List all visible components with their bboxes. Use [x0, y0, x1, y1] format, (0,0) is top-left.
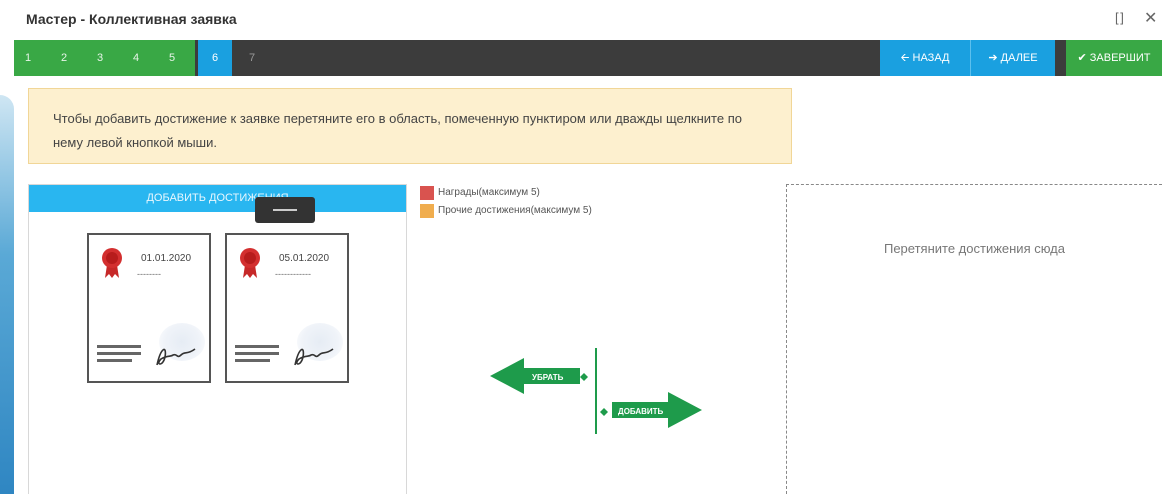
award-seal-icon [102, 248, 122, 278]
drag-tooltip [255, 197, 315, 223]
next-button[interactable]: ➔ ДАЛЕЕ [970, 40, 1055, 76]
signature-icon [294, 348, 334, 366]
remove-arrow-label: УБРАТЬ [532, 373, 564, 382]
next-label: ДАЛЕЕ [1000, 52, 1038, 64]
back-button[interactable]: 🡨 НАЗАД [880, 40, 970, 76]
drop-zone[interactable]: Перетяните достижения сюда [786, 184, 1162, 494]
legend-label: Прочие достижения(максимум 5) [438, 205, 592, 216]
legend-swatch [420, 186, 434, 200]
text-lines-icon [235, 345, 279, 366]
step-3[interactable]: 3 [90, 40, 110, 76]
finish-button[interactable]: ✔ ЗАВЕРШИТ [1066, 40, 1162, 76]
card-placeholder-text: ------------ [275, 269, 311, 279]
wizard-step-bar: 1 2 3 4 5 6 7 🡨 НАЗАД ➔ ДАЛЕЕ ✔ ЗАВЕРШИТ [14, 40, 1162, 76]
legend-swatch [420, 204, 434, 218]
add-arrow-label: ДОБАВИТЬ [618, 407, 664, 416]
step-4[interactable]: 4 [126, 40, 146, 76]
info-text: Чтобы добавить достижение к заявке перет… [53, 111, 742, 150]
step-1[interactable]: 1 [18, 40, 38, 76]
add-arrow: ДОБАВИТЬ [600, 392, 702, 428]
remove-arrow: УБРАТЬ [490, 358, 588, 394]
achievements-source-panel: ДОБАВИТЬ ДОСТИЖЕНИЯ 01.01.2020 -------- … [28, 184, 407, 494]
window-title: Мастер - Коллективная заявка [26, 11, 237, 27]
card-date: 05.01.2020 [279, 253, 330, 264]
signature-icon [156, 348, 196, 366]
arrow-left-icon: 🡨 [900, 52, 913, 64]
card-placeholder-text: -------- [137, 269, 161, 279]
card-date: 01.01.2020 [141, 253, 192, 264]
info-message: Чтобы добавить достижение к заявке перет… [28, 88, 792, 164]
back-label: НАЗАД [912, 52, 950, 64]
transfer-arrows-illustration: УБРАТЬ ДОБАВИТЬ [490, 348, 702, 434]
award-seal-icon [240, 248, 260, 278]
check-icon: ✔ [1077, 52, 1090, 64]
step-6-active[interactable]: 6 [198, 40, 232, 76]
step-5[interactable]: 5 [162, 40, 182, 76]
step-7[interactable]: 7 [242, 40, 262, 76]
legend-item-other: Прочие достижения(максимум 5) [420, 204, 660, 220]
background-decoration [0, 95, 14, 494]
drop-zone-text: Перетяните достижения сюда [883, 241, 1066, 256]
achievement-card[interactable]: 01.01.2020 -------- [87, 233, 211, 383]
arrow-right-icon: ➔ [988, 52, 1001, 64]
close-icon[interactable]: ✕ [1144, 8, 1157, 28]
legend-item-awards: Награды(максимум 5) [420, 186, 660, 202]
source-panel-header: ДОБАВИТЬ ДОСТИЖЕНИЯ [29, 185, 406, 212]
text-lines-icon [97, 345, 141, 366]
expand-icon[interactable]: [ ] [1115, 10, 1124, 25]
achievement-card[interactable]: 05.01.2020 ------------ [225, 233, 349, 383]
title-bar: Мастер - Коллективная заявка [ ] ✕ [0, 0, 1162, 40]
finish-label: ЗАВЕРШИТ [1089, 52, 1151, 64]
step-2[interactable]: 2 [54, 40, 74, 76]
legend-label: Награды(максимум 5) [438, 187, 540, 198]
